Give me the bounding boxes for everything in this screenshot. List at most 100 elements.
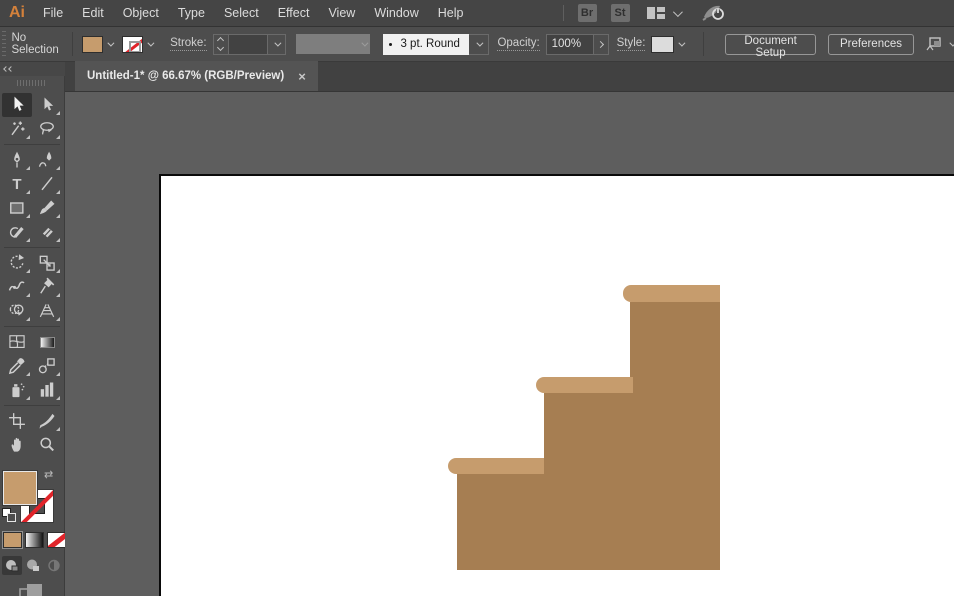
symbol-sprayer-tool[interactable] [2,378,32,402]
gradient-button[interactable] [25,532,44,548]
shaper-tool[interactable] [2,220,32,244]
menu-file[interactable]: File [35,6,71,20]
lasso-tool[interactable] [32,117,62,141]
direct-selection-tool[interactable] [32,93,62,117]
rectangle-tool[interactable] [2,196,32,220]
slice-tool[interactable] [32,409,62,433]
none-button[interactable] [47,532,66,548]
menu-type[interactable]: Type [170,6,213,20]
tools-panel: T [0,76,65,596]
width-tool[interactable] [2,275,32,299]
stair-tread[interactable] [623,285,720,302]
brush-definition-field[interactable]: 3 pt. Round [383,34,489,55]
tool-separator [4,144,60,145]
fill-color-swatch[interactable] [82,36,103,53]
menu-select[interactable]: Select [216,6,267,20]
opacity-arrow-icon[interactable] [593,35,608,54]
stroke-weight-combo[interactable] [213,34,286,55]
eraser-tool[interactable] [32,220,62,244]
default-fill-stroke-icon[interactable] [2,508,18,524]
tab-close-icon[interactable]: × [298,70,306,83]
fill-proxy-swatch[interactable] [3,471,37,505]
menu-bar: Ai File Edit Object Type Select Effect V… [0,0,954,27]
canvas-pasteboard[interactable] [65,92,954,596]
draw-behind-button[interactable] [23,556,43,575]
opacity-value[interactable]: 100% [547,35,593,54]
magic-wand-tool[interactable] [2,117,32,141]
document-setup-button[interactable]: Document Setup [725,34,816,55]
isolate-chevron-icon[interactable] [949,39,954,46]
eyedropper-tool[interactable] [2,354,32,378]
stair-tread[interactable] [536,377,633,393]
blend-tool[interactable] [32,354,62,378]
gpu-performance-icon[interactable] [702,3,726,24]
stroke-label[interactable]: Stroke: [170,37,206,51]
color-button[interactable] [3,532,22,548]
illustrator-window: Ai File Edit Object Type Select Effect V… [0,0,954,596]
opacity-field[interactable]: 100% [546,34,609,55]
brush-preset-value[interactable]: 3 pt. Round [383,34,469,55]
tool-separator [4,326,60,327]
pen-tool[interactable] [2,148,32,172]
brush-chevron-icon[interactable] [469,34,489,55]
isolate-selection-icon[interactable] [926,36,944,52]
menu-object[interactable]: Object [115,6,167,20]
stair-tread[interactable] [448,458,544,474]
color-mode-row [3,532,66,548]
curvature-tool[interactable] [32,148,62,172]
swap-fill-stroke-icon[interactable]: ⇄ [44,468,53,481]
menu-help[interactable]: Help [430,6,472,20]
menu-edit[interactable]: Edit [74,6,112,20]
preferences-button[interactable]: Preferences [828,34,914,55]
workspace-chevron-icon[interactable] [672,7,682,17]
tool-separator [4,247,60,248]
fill-color-chevron-icon[interactable] [103,36,116,52]
gradient-tool[interactable] [32,330,62,354]
draw-normal-button[interactable] [2,556,22,575]
menu-window[interactable]: Window [366,6,426,20]
column-graph-tool[interactable] [32,378,62,402]
selection-tool[interactable] [2,93,32,117]
document-tab[interactable]: Untitled-1* @ 66.67% (RGB/Preview) × [75,61,318,91]
staircase-artwork[interactable] [65,92,954,596]
draw-inside-button[interactable] [44,556,64,575]
stock-button[interactable]: St [611,4,630,22]
variable-width-profile-dropdown[interactable] [296,34,371,54]
workspace-switcher-icon[interactable] [646,5,680,21]
hand-tool[interactable] [2,433,32,457]
toolbar-collapse-header[interactable] [0,62,65,76]
menu-view[interactable]: View [320,6,363,20]
stroke-color-chevron-icon[interactable] [143,36,156,52]
opacity-label[interactable]: Opacity: [497,37,539,51]
stroke-color-swatch[interactable] [122,36,143,53]
bridge-button[interactable]: Br [578,4,597,22]
stroke-weight-stepper[interactable] [214,35,229,54]
tool-grid: T [2,93,62,457]
tools-panel-grip[interactable] [17,80,47,86]
artboard-tool[interactable] [2,409,32,433]
document-tab-bar: Untitled-1* @ 66.67% (RGB/Preview) × [65,62,954,92]
line-segment-tool[interactable] [32,172,62,196]
control-bar-grip[interactable] [1,31,6,57]
brush-preview-icon [389,43,392,46]
style-swatch[interactable] [651,36,674,53]
perspective-grid-tool[interactable] [32,299,62,323]
paintbrush-tool[interactable] [32,196,62,220]
collapse-chevron-icon [8,66,14,72]
mesh-tool[interactable] [2,330,32,354]
zoom-tool[interactable] [32,433,62,457]
menu-separator [563,5,564,21]
style-chevron-icon[interactable] [674,36,687,52]
puppet-warp-tool[interactable] [32,275,62,299]
scale-tool[interactable] [32,251,62,275]
menu-effect[interactable]: Effect [270,6,318,20]
change-screen-mode-icon[interactable] [18,582,46,596]
profile-chevron-icon [362,39,369,46]
rotate-tool[interactable] [2,251,32,275]
stair-riser[interactable] [630,302,720,570]
type-tool[interactable]: T [2,172,32,196]
shape-builder-tool[interactable] [2,299,32,323]
stroke-weight-value[interactable] [229,35,267,54]
style-label[interactable]: Style: [617,37,646,51]
stroke-weight-chevron-icon[interactable] [267,35,285,54]
